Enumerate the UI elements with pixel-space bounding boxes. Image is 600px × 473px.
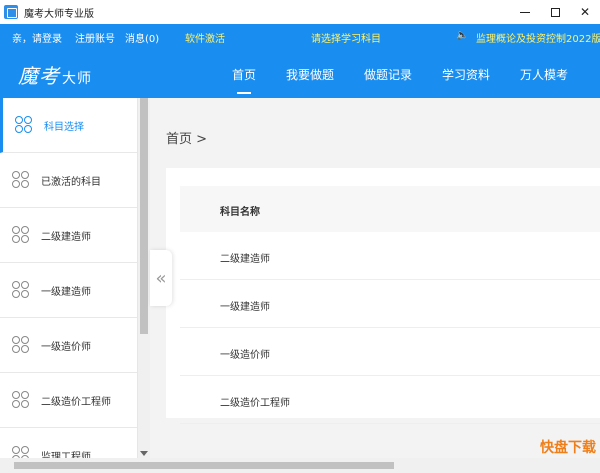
grid-icon	[12, 226, 30, 244]
table-row[interactable]: 二级建造师	[180, 232, 600, 280]
column-header-subject: 科目名称	[220, 207, 260, 218]
table-cell: 一级造价师	[220, 350, 270, 361]
sidebar-item-label: 科目选择	[44, 121, 84, 133]
sidebar-item-label: 已激活的科目	[41, 176, 101, 188]
grid-icon	[12, 281, 30, 299]
close-button[interactable]: ✕	[570, 0, 600, 24]
table-row[interactable]: 一级造价师	[180, 328, 600, 376]
marquee-notice[interactable]: 监理概论及投资控制2022版教材	[476, 30, 600, 45]
table-cell: 二级造价工程师	[220, 398, 290, 409]
maximize-button[interactable]	[540, 0, 570, 24]
grid-icon	[12, 336, 30, 354]
sidebar-item-label: 一级造价师	[41, 341, 91, 353]
table-header: 科目名称	[180, 186, 600, 232]
speaker-icon: 🔈	[456, 30, 469, 41]
sidebar-item-label: 二级建造师	[41, 231, 91, 243]
collapse-sidebar-button[interactable]: «	[150, 250, 172, 306]
choose-subject-link[interactable]: 请选择学习科目	[311, 30, 381, 45]
sidebar-item-supervisor[interactable]: 监理工程师	[0, 428, 137, 459]
activate-link[interactable]: 软件激活	[185, 30, 225, 45]
sidebar-item-level1-cost[interactable]: 一级造价师	[0, 318, 137, 373]
title-bar: 魔考大师专业版 ✕	[0, 0, 600, 24]
grid-icon	[12, 391, 30, 409]
grid-icon	[15, 116, 33, 134]
grid-icon	[12, 171, 30, 189]
nav-home[interactable]: 首页	[232, 66, 256, 83]
watermark: 快盘下载	[540, 440, 596, 456]
sidebar-scrollbar[interactable]	[138, 98, 150, 458]
table-row[interactable]: 二级造价工程师	[180, 376, 600, 424]
sidebar-item-level1-constructor[interactable]: 一级建造师	[0, 263, 137, 318]
messages-link[interactable]: 消息(0)	[125, 30, 159, 45]
sidebar-item-subject-select[interactable]: 科目选择	[0, 98, 137, 153]
nav-records[interactable]: 做题记录	[364, 66, 412, 83]
sidebar-item-label: 一级建造师	[41, 286, 91, 298]
window-title: 魔考大师专业版	[24, 8, 94, 20]
nav-bar: 魔考 大师 首页 我要做题 做题记录 学习资料 万人模考	[0, 48, 600, 98]
maximize-icon	[550, 7, 560, 17]
breadcrumb[interactable]: 首页 >	[166, 128, 207, 147]
sidebar: 科目选择 已激活的科目 二级建造师 一级建造师 一级造价师 二级造价工程师 监理…	[0, 98, 138, 458]
horizontal-scrollbar[interactable]	[0, 458, 600, 473]
info-bar: 亲，请登录 注册账号 消息(0) 软件激活 请选择学习科目 🔈 监理概论及投资控…	[0, 24, 600, 48]
app-icon	[4, 5, 18, 19]
scrollbar-thumb[interactable]	[140, 98, 148, 334]
scrollbar-thumb[interactable]	[14, 462, 394, 469]
logo: 魔考 大师	[18, 60, 92, 89]
logo-sub: 大师	[62, 71, 92, 87]
table-row[interactable]: 一级建造师	[180, 280, 600, 328]
main-content: 首页 > 科目名称 二级建造师 一级建造师 一级造价师 二级造价工程师	[150, 98, 600, 458]
sidebar-item-label: 监理工程师	[41, 451, 91, 459]
sidebar-item-level2-constructor[interactable]: 二级建造师	[0, 208, 137, 263]
subject-table: 科目名称 二级建造师 一级建造师 一级造价师 二级造价工程师	[166, 168, 600, 424]
double-chevron-left-icon: «	[155, 267, 167, 289]
nav-active-indicator	[237, 92, 251, 94]
logo-text: 魔考	[18, 64, 60, 88]
grid-icon	[12, 446, 30, 458]
table-cell: 一级建造师	[220, 302, 270, 313]
sidebar-item-label: 二级造价工程师	[41, 396, 111, 408]
window-controls: ✕	[510, 0, 600, 24]
minimize-button[interactable]	[510, 0, 540, 24]
nav-practice[interactable]: 我要做题	[286, 66, 334, 83]
sidebar-item-activated[interactable]: 已激活的科目	[0, 153, 137, 208]
nav-mock-exam[interactable]: 万人模考	[520, 66, 568, 83]
nav-materials[interactable]: 学习资料	[442, 66, 490, 83]
sidebar-item-level2-cost[interactable]: 二级造价工程师	[0, 373, 137, 428]
scroll-down-icon[interactable]	[140, 451, 148, 456]
login-link[interactable]: 亲，请登录	[12, 30, 62, 45]
close-icon: ✕	[579, 5, 591, 19]
register-link[interactable]: 注册账号	[75, 30, 115, 45]
table-cell: 二级建造师	[220, 254, 270, 265]
minimize-icon	[520, 11, 530, 13]
